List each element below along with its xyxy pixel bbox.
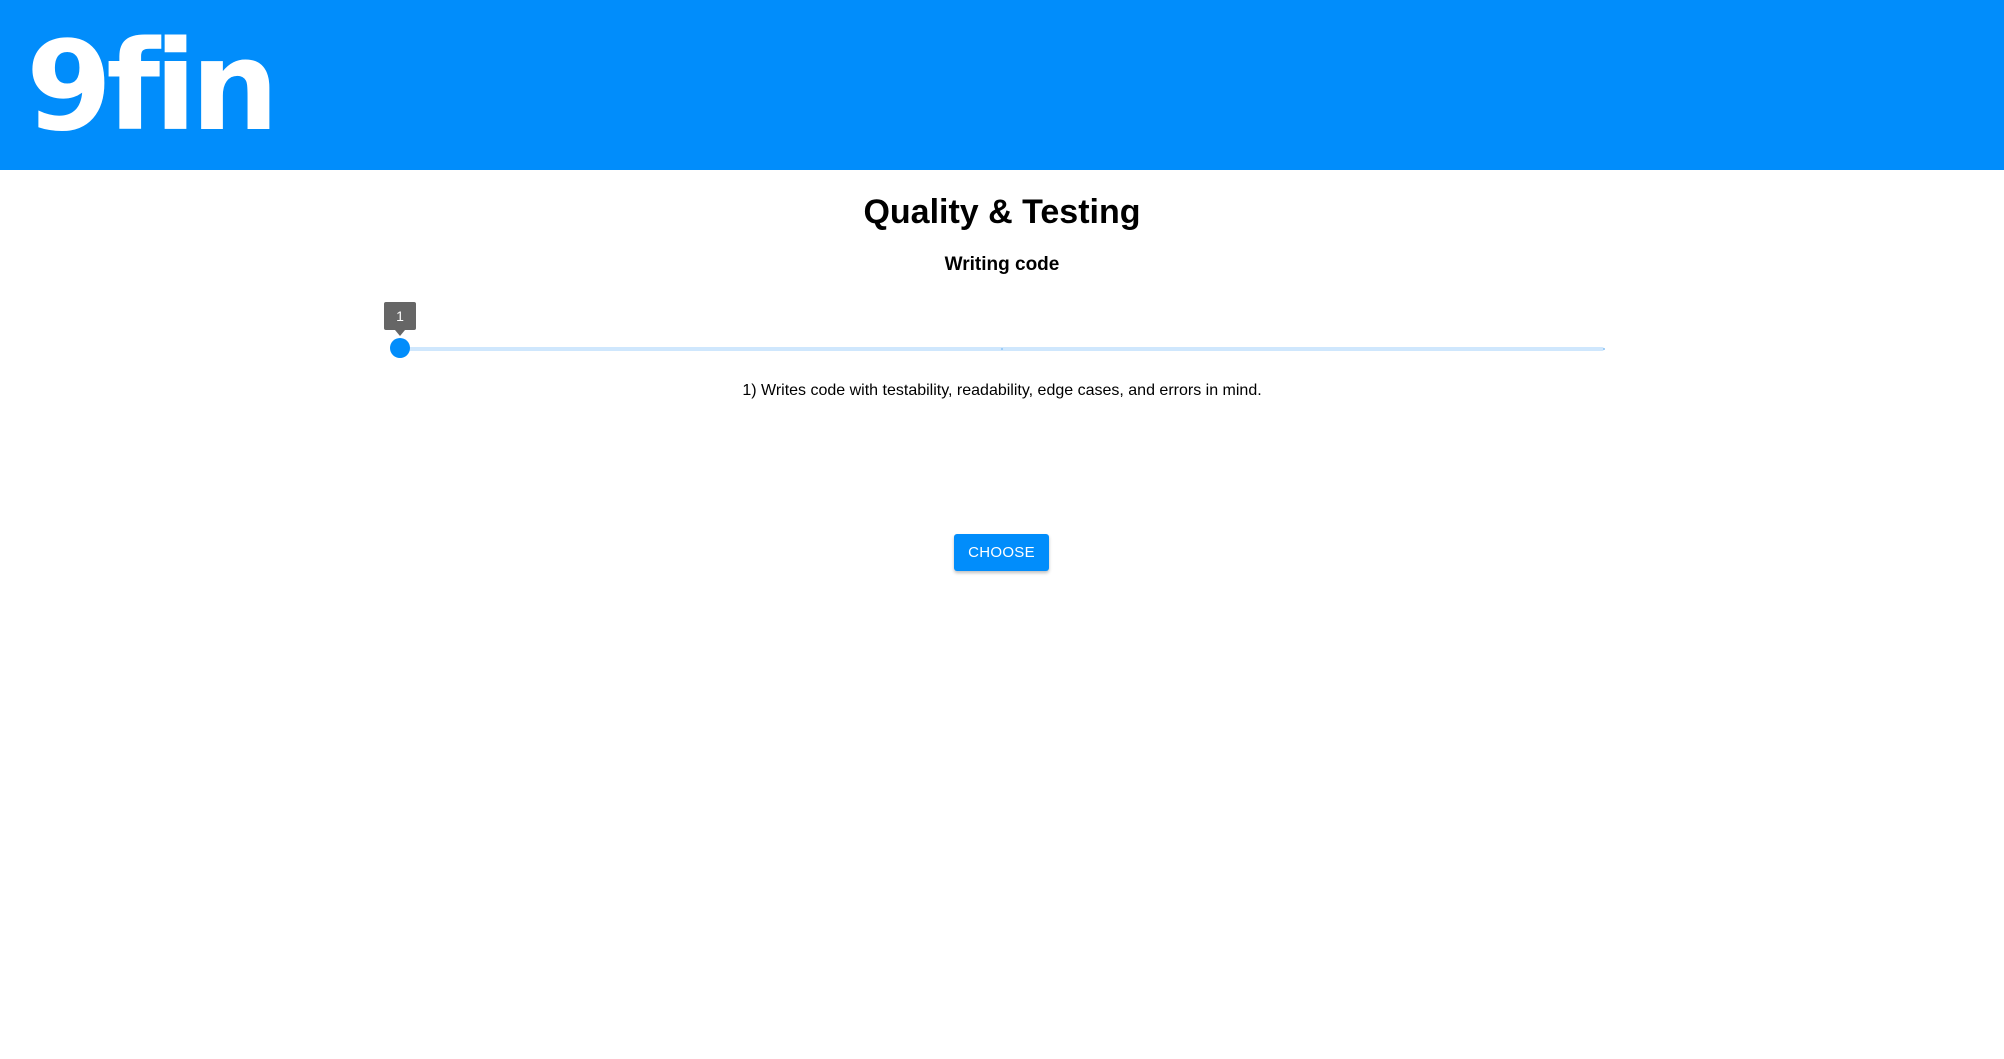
page-title: Quality & Testing xyxy=(863,193,1141,231)
level-slider[interactable]: 1 xyxy=(384,300,1605,360)
choose-button[interactable]: CHOOSE xyxy=(954,534,1049,571)
slider-step-mark xyxy=(1603,348,1605,350)
slider-step-mark xyxy=(1001,348,1003,350)
brand-logo[interactable]: 9fin xyxy=(26,22,279,152)
section-subtitle: Writing code xyxy=(944,254,1060,275)
slider-value-tooltip: 1 xyxy=(384,302,416,336)
app-header: 9fin xyxy=(0,0,2004,170)
level-description: 1) Writes code with testability, readabi… xyxy=(742,382,1262,399)
slider-thumb[interactable] xyxy=(390,338,410,358)
